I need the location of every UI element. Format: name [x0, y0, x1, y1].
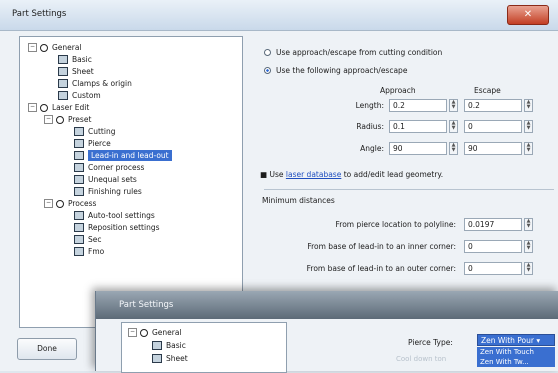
tree2-item-general[interactable]: − General [128, 327, 182, 338]
tree-item-custom[interactable]: Custom [58, 90, 101, 101]
title-bar: Part Settings ✕ [0, 0, 558, 31]
sheet-icon [152, 354, 162, 363]
dropdown-option[interactable]: Zen With Tw... [477, 357, 555, 367]
dropdown-option[interactable]: Zen With Touch [477, 347, 555, 357]
collapse-icon[interactable]: − [28, 103, 37, 112]
tree-item-sheet[interactable]: Sheet [58, 66, 94, 77]
reposition-icon [74, 223, 84, 232]
autotool-icon [74, 211, 84, 220]
collapse-icon[interactable]: − [44, 199, 53, 208]
collapse-icon[interactable]: − [128, 328, 137, 337]
cutting-icon [74, 127, 84, 136]
tree2-item-sheet[interactable]: Sheet [152, 353, 188, 364]
length-approach-field[interactable]: 0.2 [389, 99, 447, 112]
angle-approach-spinner[interactable]: ▲ ▼ [449, 142, 458, 155]
length-label: Length: [355, 101, 384, 110]
tree-item-corner[interactable]: Corner process [74, 162, 144, 173]
radius-approach-field[interactable]: 0.1 [389, 120, 447, 133]
circle-icon [40, 103, 48, 112]
tree-item-reposition[interactable]: Reposition settings [74, 222, 160, 233]
tree-item-pierce[interactable]: Pierce [74, 138, 111, 149]
angle-escape-field[interactable]: 90 [464, 142, 522, 155]
lead-in-icon [74, 151, 84, 160]
pierce-icon [74, 139, 84, 148]
title-bar-2: Part Settings [96, 291, 558, 319]
chevron-down-icon: ▾ [536, 336, 541, 345]
radio-from-cutting[interactable]: Use approach/escape from cutting conditi… [264, 48, 442, 57]
radio-selected-icon [264, 67, 271, 74]
tree-item-cutting[interactable]: Cutting [74, 126, 115, 137]
part-settings-window-2: Part Settings − General Basic Sheet Pierc… [95, 291, 558, 373]
collapse-icon[interactable]: − [44, 115, 53, 124]
basic-icon [58, 55, 68, 64]
min-distances-title: Minimum distances [262, 196, 335, 205]
radius-approach-spinner[interactable]: ▲ ▼ [449, 120, 458, 133]
pierce-to-polyline-label: From pierce location to polyline: [335, 220, 456, 229]
circle-icon [140, 328, 148, 337]
tree-item-basic[interactable]: Basic [58, 54, 92, 65]
inner-corner-label: From base of lead-in to an inner corner: [307, 242, 456, 251]
circle-icon [56, 199, 64, 208]
fmo-icon [74, 247, 84, 256]
finishing-icon [74, 187, 84, 196]
sheet-icon [58, 67, 68, 76]
inner-corner-spinner[interactable]: ▲ ▼ [524, 240, 533, 253]
pierce-type-dropdown[interactable]: Zen With Pour ▾ [477, 334, 555, 346]
tree-item-finishing[interactable]: Finishing rules [74, 186, 142, 197]
tree-item-preset[interactable]: − Preset [44, 114, 91, 125]
approach-header: Approach [380, 86, 416, 95]
tree-item-fmo[interactable]: Fmo [74, 246, 104, 257]
basic-icon [152, 341, 162, 350]
length-escape-spinner[interactable]: ▲ ▼ [524, 99, 533, 112]
angle-escape-spinner[interactable]: ▲ ▼ [524, 142, 533, 155]
circle-icon [56, 115, 64, 124]
close-icon: ✕ [523, 9, 533, 20]
escape-header: Escape [474, 86, 501, 95]
outer-corner-spinner[interactable]: ▲ ▼ [524, 262, 533, 275]
tree2-item-basic[interactable]: Basic [152, 340, 186, 351]
database-note: ■ Use laser database to add/edit lead ge… [260, 170, 444, 179]
angle-approach-field[interactable]: 90 [389, 142, 447, 155]
radius-escape-field[interactable]: 0 [464, 120, 522, 133]
sec-icon [74, 235, 84, 244]
clamp-icon [58, 79, 68, 88]
faint-label: Cool down ton [396, 355, 447, 363]
divider [264, 189, 554, 190]
custom-icon [58, 91, 68, 100]
outer-corner-label: From base of lead-in to an outer corner: [306, 264, 456, 273]
tree-item-process[interactable]: − Process [44, 198, 96, 209]
tree-item-laser-edit[interactable]: − Laser Edit [28, 102, 89, 113]
tree-item-sec[interactable]: Sec [74, 234, 102, 245]
close-button[interactable]: ✕ [507, 5, 549, 25]
radius-label: Radius: [356, 122, 384, 131]
window-title: Part Settings [12, 9, 67, 19]
length-escape-field[interactable]: 0.2 [464, 99, 522, 112]
tree-item-unequal[interactable]: Unequal sets [74, 174, 137, 185]
unequal-icon [74, 175, 84, 184]
pierce-type-label: Pierce Type: [408, 338, 453, 347]
angle-label: Angle: [360, 144, 384, 153]
done-button[interactable]: Done [17, 338, 77, 360]
pierce-to-polyline-field[interactable]: 0.0197 [464, 218, 522, 231]
radius-escape-spinner[interactable]: ▲ ▼ [524, 120, 533, 133]
tree-item-clamps[interactable]: Clamps & origin [58, 78, 132, 89]
radio-following[interactable]: Use the following approach/escape [264, 66, 407, 75]
radio-icon [264, 49, 271, 56]
tree-item-lead-in[interactable]: Lead-in and lead-out [74, 150, 172, 161]
length-approach-spinner[interactable]: ▲ ▼ [449, 99, 458, 112]
collapse-icon[interactable]: − [28, 43, 37, 52]
circle-icon [40, 43, 48, 52]
laser-database-link[interactable]: laser database [286, 170, 341, 179]
pierce-to-polyline-spinner[interactable]: ▲ ▼ [524, 218, 533, 231]
inner-corner-field[interactable]: 0 [464, 240, 522, 253]
outer-corner-field[interactable]: 0 [464, 262, 522, 275]
tree-item-general[interactable]: − General [28, 42, 82, 53]
settings-tree-2: − General Basic Sheet [121, 322, 287, 373]
settings-tree: − General Basic Sheet Clamps & origin Cus… [19, 36, 243, 328]
tree-item-autotool[interactable]: Auto-tool settings [74, 210, 155, 221]
window-title-2: Part Settings [119, 300, 174, 310]
corner-icon [74, 163, 84, 172]
